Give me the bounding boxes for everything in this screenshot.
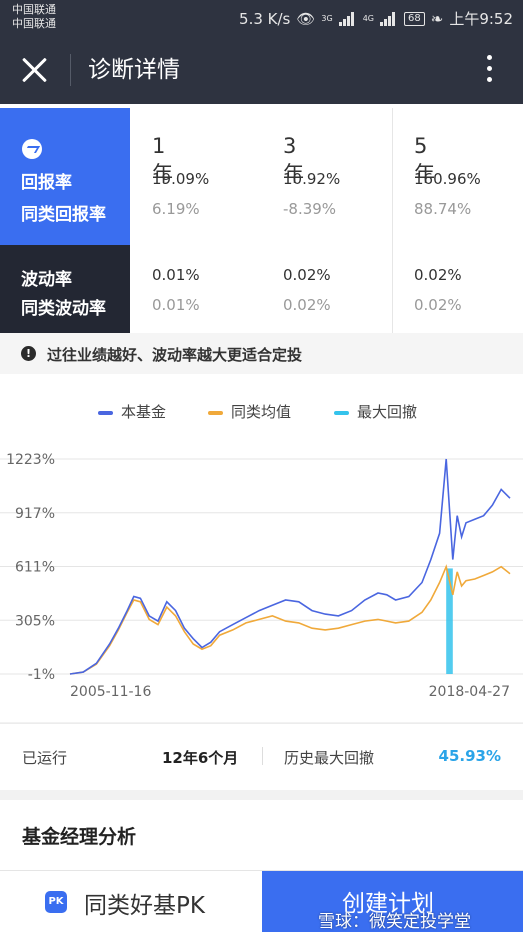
metrics-panel: 回报率 同类回报率 波动率 同类波动率 1年 19.09% 6.19% 0.01… xyxy=(0,104,523,333)
tip-text: 过往业绩越好、波动率越大更适合定投 xyxy=(47,346,303,364)
performance-chart: 本基金 同类均值 最大回撤 1223% 917% 611% 305% -1% 2005-1… xyxy=(0,374,523,722)
volatility-label: 波动率 xyxy=(21,270,72,290)
chart-canvas: 1223% 917% 611% 305% -1% 2005-11-16 2018-04-27 xyxy=(0,452,523,700)
volatility-header: 波动率 同类波动率 xyxy=(0,245,130,333)
manager-title: 基金经理分析 xyxy=(22,826,137,848)
y-tick-label: 305% xyxy=(15,613,55,629)
carrier-1: 中国联通 xyxy=(12,3,56,16)
divider xyxy=(70,54,71,86)
peer-return-value: 88.74% xyxy=(414,200,472,218)
volatility-value: 0.01% xyxy=(152,266,200,284)
return-header: 回报率 同类回报率 xyxy=(0,108,130,245)
pk-icon: PK xyxy=(45,891,67,913)
return-value: 19.09% xyxy=(152,170,210,188)
signal-icon xyxy=(338,11,357,26)
stat-divider xyxy=(262,747,263,765)
watermark: 雪球：微笑定投学堂 xyxy=(318,912,471,932)
carrier-info: 中国联通 中国联通 xyxy=(12,3,56,31)
page-title: 诊断详情 xyxy=(88,57,180,83)
close-icon[interactable] xyxy=(20,56,48,84)
battery-icon: 68 xyxy=(404,11,425,26)
tip-bar: ! 过往业绩越好、波动率越大更适合定投 xyxy=(0,333,523,374)
return-label: 回报率 xyxy=(21,173,72,193)
x-tick-label: 2005-11-16 xyxy=(70,684,151,700)
peer-return-value: -8.39% xyxy=(283,200,337,218)
app-bar: 诊断详情 xyxy=(0,36,523,104)
pk-button[interactable]: PK 同类好基PK xyxy=(0,871,262,932)
peer-return-value: 6.19% xyxy=(152,200,200,218)
clock: 上午9:52 xyxy=(449,10,513,28)
status-right: 5.3 K/s 👁 3G 4G 68 ❧ 上午9:52 xyxy=(239,8,513,29)
column-divider xyxy=(392,108,393,333)
x-tick-label: 2018-04-27 xyxy=(429,684,510,700)
running-value: 12年6个月 xyxy=(162,749,239,767)
pk-label: 同类好基PK xyxy=(84,893,205,919)
manager-section: 基金经理分析 xyxy=(0,800,523,870)
running-label: 已运行 xyxy=(22,749,68,767)
peer-volatility-value: 0.02% xyxy=(283,296,331,314)
volatility-value: 0.02% xyxy=(414,266,462,284)
max-drawdown-band xyxy=(446,568,453,674)
status-bar: 中国联通 中国联通 5.3 K/s 👁 3G 4G 68 ❧ 上午9:52 xyxy=(0,0,523,36)
eye-icon: 👁 xyxy=(296,9,316,28)
peer-return-label: 同类回报率 xyxy=(21,205,106,225)
y-tick-label: -1% xyxy=(28,667,55,683)
trend-icon xyxy=(22,139,42,159)
leaf-icon: ❧ xyxy=(430,9,444,28)
peer-volatility-value: 0.01% xyxy=(152,296,200,314)
max-drawdown-value: 45.93% xyxy=(438,747,501,765)
stats-row: 已运行 12年6个月 历史最大回撤 45.93% xyxy=(0,723,523,790)
y-tick-label: 917% xyxy=(15,506,55,522)
alert-icon: ! xyxy=(21,346,36,361)
carrier-2: 中国联通 xyxy=(12,17,56,30)
y-tick-label: 1223% xyxy=(6,452,55,468)
max-drawdown-label: 历史最大回撤 xyxy=(284,749,375,767)
y-tick-label: 611% xyxy=(15,560,55,576)
peer-volatility-label: 同类波动率 xyxy=(21,299,106,319)
network-4g-label: 4G xyxy=(362,14,374,23)
signal-icon-2 xyxy=(380,11,398,26)
return-value: 10.92% xyxy=(283,170,341,188)
peer-volatility-value: 0.02% xyxy=(414,296,462,314)
more-icon[interactable] xyxy=(487,55,493,85)
network-speed: 5.3 K/s xyxy=(239,9,291,28)
network-3g-label: 3G xyxy=(321,14,333,23)
return-value: 160.96% xyxy=(414,170,481,188)
volatility-value: 0.02% xyxy=(283,266,331,284)
